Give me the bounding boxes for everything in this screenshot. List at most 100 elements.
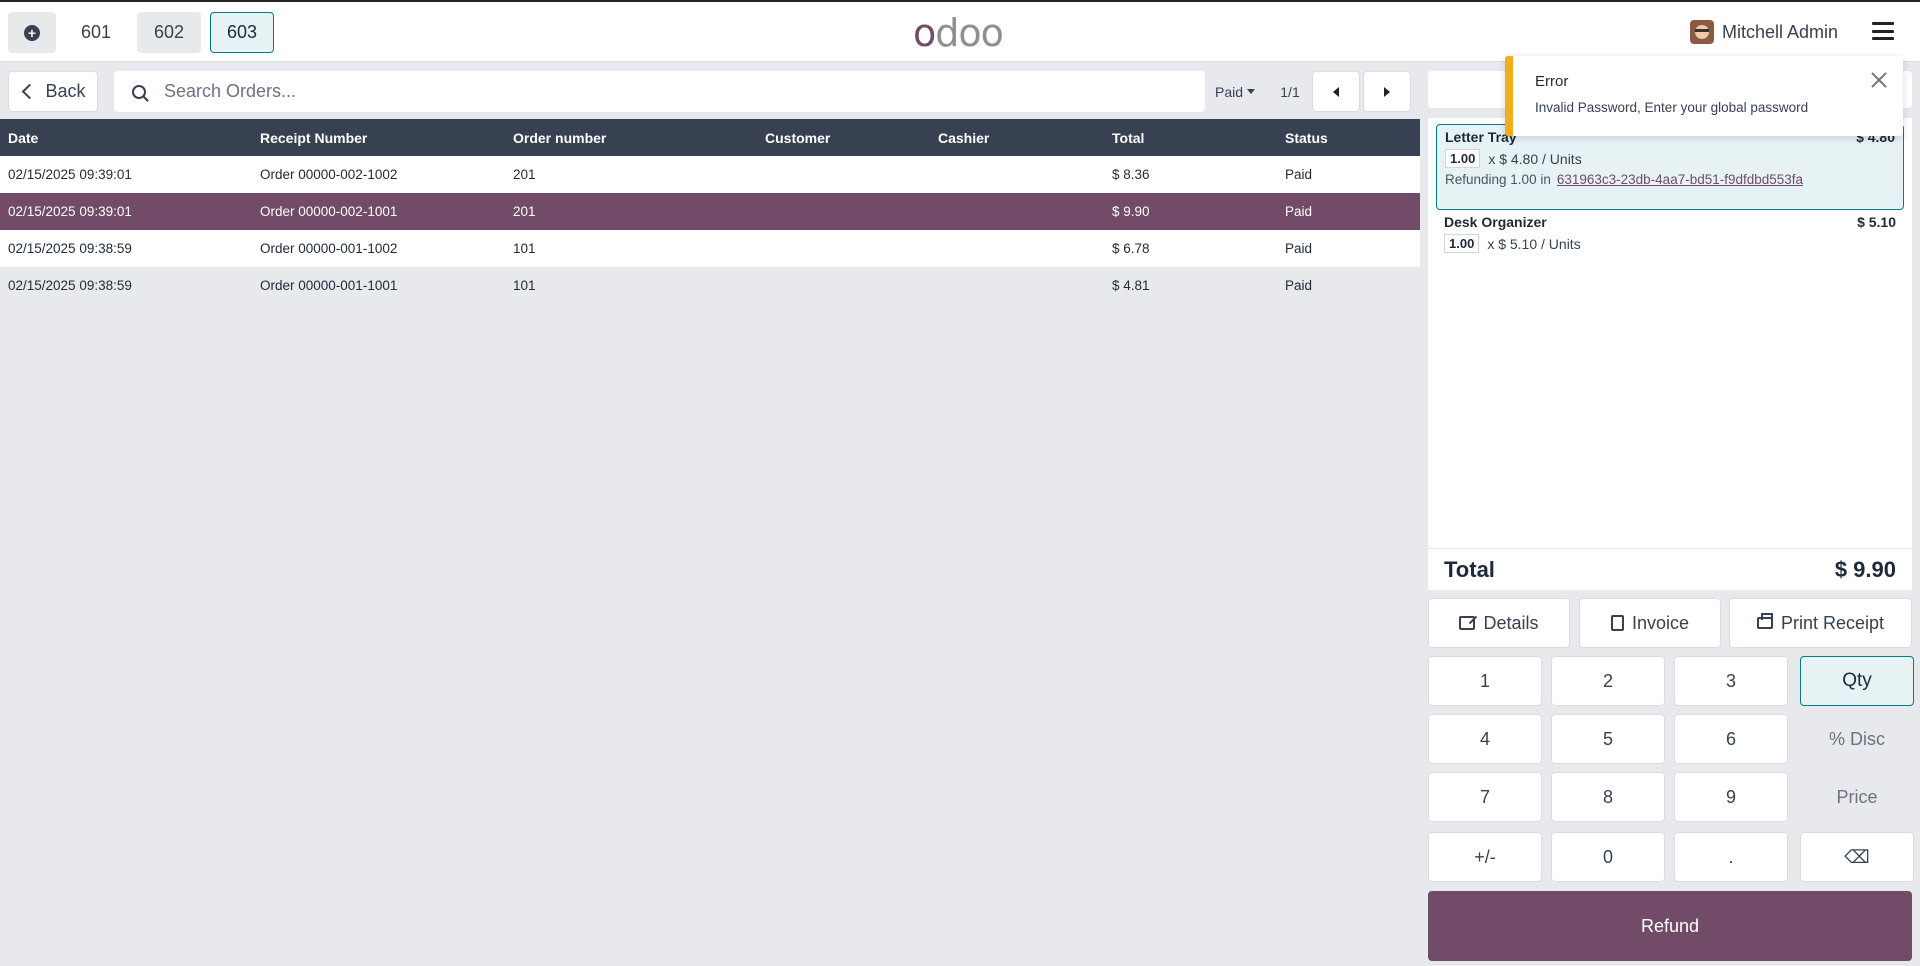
caret-right-icon <box>1384 86 1390 97</box>
refund-order-link[interactable]: 631963c3-23db-4aa7-bd51-f9dfdbd553fa <box>1557 172 1803 187</box>
column-header-status: Status <box>1285 129 1328 146</box>
cell-date: 02/15/2025 09:38:59 <box>8 241 132 256</box>
print-receipt-button[interactable]: Print Receipt <box>1729 598 1912 648</box>
numpad-key-4[interactable]: 4 <box>1428 714 1542 764</box>
search-input[interactable] <box>164 81 1164 102</box>
orders-table: Date Receipt Number Order number Custome… <box>0 119 1420 304</box>
column-header-date: Date <box>8 129 39 146</box>
search-icon <box>132 84 146 99</box>
print-label: Print Receipt <box>1780 612 1885 633</box>
pdf-icon <box>1610 615 1624 631</box>
numpad-mode-qty[interactable]: Qty <box>1800 656 1914 706</box>
previous-page-button[interactable] <box>1312 71 1360 112</box>
column-header-customer: Customer <box>765 129 831 146</box>
error-toast: Error Invalid Password, Enter your globa… <box>1505 56 1903 136</box>
cell-order: 201 <box>513 204 536 219</box>
table-row[interactable]: 02/15/2025 09:39:01 Order 00000-002-1002… <box>0 156 1420 193</box>
numpad-key-sign[interactable]: +/- <box>1428 832 1542 882</box>
numpad-key-1[interactable]: 1 <box>1428 656 1542 706</box>
filter-label: Paid <box>1214 83 1244 100</box>
caret-down-icon <box>1247 89 1256 94</box>
table-header: Date Receipt Number Order number Custome… <box>0 119 1420 156</box>
numpad-mode-discount[interactable]: % Disc <box>1800 714 1914 764</box>
column-header-order: Order number <box>513 129 607 146</box>
user-name: Mitchell Admin <box>1722 21 1839 42</box>
line-unit-price: x $ 5.10 / Units <box>1487 235 1581 252</box>
cell-total: $ 6.78 <box>1112 241 1150 256</box>
pager-value: 1/1 <box>1280 83 1300 100</box>
line-qty: 1.00 <box>1445 149 1481 168</box>
numpad-key-2[interactable]: 2 <box>1551 656 1665 706</box>
cell-receipt: Order 00000-001-1002 <box>260 241 398 256</box>
cell-date: 02/15/2025 09:39:01 <box>8 204 132 219</box>
back-button[interactable]: Back <box>8 71 98 112</box>
order-tab-603[interactable]: 603 <box>210 12 274 53</box>
numpad-key-decimal[interactable]: . <box>1674 832 1788 882</box>
numpad-mode-price[interactable]: Price <box>1800 772 1914 822</box>
hamburger-menu-icon[interactable] <box>1872 22 1894 40</box>
cell-receipt: Order 00000-002-1002 <box>260 167 398 182</box>
backspace-icon[interactable]: ⌫ <box>1800 832 1914 882</box>
table-row-selected[interactable]: 02/15/2025 09:39:01 Order 00000-002-1001… <box>0 193 1420 230</box>
total-label: Total <box>1444 556 1495 582</box>
cell-status: Paid <box>1285 278 1313 293</box>
order-total: Total $ 9.90 <box>1428 548 1912 590</box>
table-row[interactable]: 02/15/2025 09:38:59 Order 00000-001-1001… <box>0 267 1420 304</box>
column-header-receipt: Receipt Number <box>260 129 368 146</box>
top-bar: + 601 602 603 odoo Mitchell Admin <box>0 0 1920 62</box>
details-label: Details <box>1483 612 1539 633</box>
order-lines: Letter Tray $ 4.80 1.00 x $ 4.80 / Units… <box>1428 118 1912 548</box>
refund-button[interactable]: Refund <box>1428 891 1912 961</box>
search-bar <box>114 71 1205 112</box>
close-icon[interactable] <box>1871 72 1887 88</box>
numpad-key-7[interactable]: 7 <box>1428 772 1542 822</box>
cell-receipt: Order 00000-002-1001 <box>260 204 398 219</box>
cell-receipt: Order 00000-001-1001 <box>260 278 398 293</box>
line-unit-price: x $ 4.80 / Units <box>1488 150 1582 167</box>
invoice-label: Invoice <box>1631 612 1690 633</box>
order-tab-602[interactable]: 602 <box>137 12 201 53</box>
line-price: $ 5.10 <box>1857 214 1896 230</box>
cell-status: Paid <box>1285 204 1313 219</box>
new-order-button[interactable]: + <box>8 12 56 53</box>
column-header-total: Total <box>1112 129 1145 146</box>
table-row[interactable]: 02/15/2025 09:38:59 Order 00000-001-1002… <box>0 230 1420 267</box>
numpad-key-3[interactable]: 3 <box>1674 656 1788 706</box>
user-menu[interactable]: Mitchell Admin <box>1690 20 1838 44</box>
caret-left-icon <box>1333 86 1339 97</box>
toast-message: Invalid Password, Enter your global pass… <box>1535 100 1809 115</box>
cell-date: 02/15/2025 09:39:01 <box>8 167 132 182</box>
line-product-name: Desk Organizer <box>1444 214 1547 230</box>
logo-rest: doo <box>935 11 1004 55</box>
numpad-key-0[interactable]: 0 <box>1551 832 1665 882</box>
order-line[interactable]: Desk Organizer $ 5.10 1.00 x $ 5.10 / Un… <box>1436 210 1904 270</box>
invoice-button[interactable]: Invoice <box>1579 598 1721 648</box>
numpad-key-6[interactable]: 6 <box>1674 714 1788 764</box>
cell-total: $ 4.81 <box>1112 278 1150 293</box>
status-filter-dropdown[interactable]: Paid <box>1205 71 1265 112</box>
order-line-selected[interactable]: Letter Tray $ 4.80 1.00 x $ 4.80 / Units… <box>1436 124 1904 210</box>
line-refund-text: Refunding 1.00 in <box>1445 172 1551 187</box>
cell-total: $ 8.36 <box>1112 167 1150 182</box>
cell-order: 101 <box>513 241 536 256</box>
odoo-logo: odoo <box>913 14 1004 52</box>
chevron-left-icon <box>22 83 38 100</box>
back-label: Back <box>45 81 86 101</box>
details-button[interactable]: Details <box>1428 598 1570 648</box>
numpad-key-5[interactable]: 5 <box>1551 714 1665 764</box>
cell-status: Paid <box>1285 241 1313 256</box>
order-tab-601[interactable]: 601 <box>64 12 128 53</box>
cell-date: 02/15/2025 09:38:59 <box>8 278 132 293</box>
toast-title: Error <box>1535 73 1569 90</box>
avatar <box>1690 20 1714 44</box>
plus-icon: + <box>24 24 40 41</box>
cell-total: $ 9.90 <box>1112 204 1150 219</box>
next-page-button[interactable] <box>1363 71 1411 112</box>
numpad-key-8[interactable]: 8 <box>1551 772 1665 822</box>
cell-order: 101 <box>513 278 536 293</box>
printer-icon <box>1756 613 1773 629</box>
numpad-key-9[interactable]: 9 <box>1674 772 1788 822</box>
cell-status: Paid <box>1285 167 1313 182</box>
total-value: $ 9.90 <box>1834 556 1896 582</box>
line-qty: 1.00 <box>1444 234 1480 253</box>
